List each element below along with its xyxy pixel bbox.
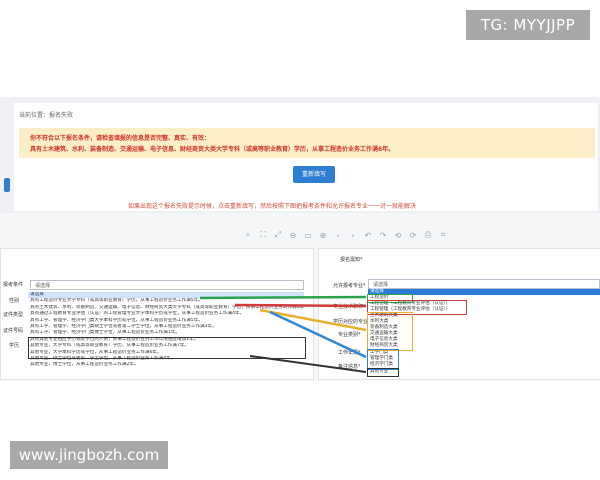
arrow-yellow xyxy=(259,308,367,332)
watermark-site: www.jingbozh.com xyxy=(10,441,168,469)
arrow-red xyxy=(234,303,367,308)
arrow-green xyxy=(199,295,367,300)
mapping-arrows xyxy=(199,295,367,373)
arrow-black xyxy=(249,355,367,373)
arrow-blue xyxy=(269,310,367,359)
